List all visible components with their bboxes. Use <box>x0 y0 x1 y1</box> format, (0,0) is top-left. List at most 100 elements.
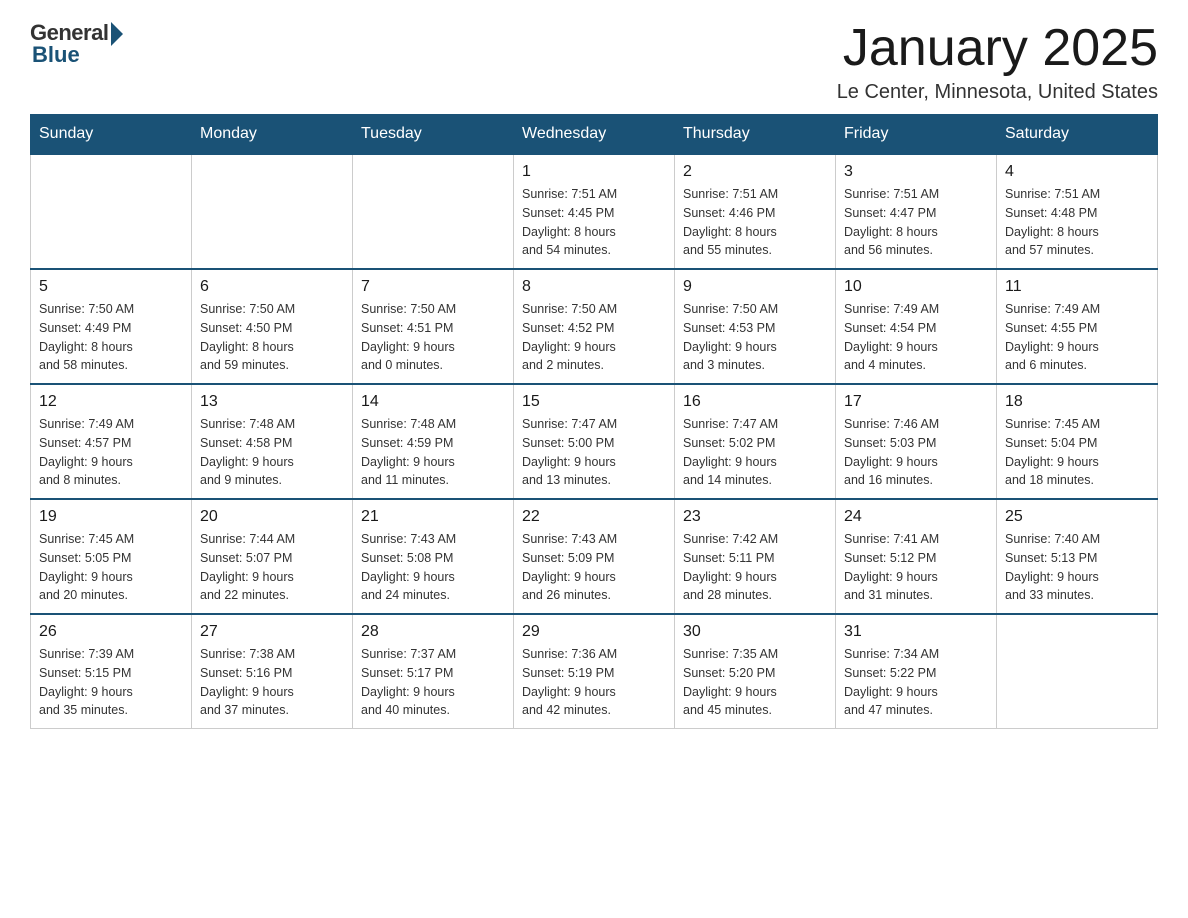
table-row: 16 Sunrise: 7:47 AMSunset: 5:02 PMDayligh… <box>675 384 836 499</box>
day-number: 25 <box>1005 508 1149 526</box>
table-row: 17Sunrise: 7:46 AMSunset: 5:03 PMDayligh… <box>836 384 997 499</box>
day-info: Sunrise: 7:39 AMSunset: 5:15 PMDaylight:… <box>39 645 183 720</box>
day-number: 14 <box>361 393 505 411</box>
table-row: 29 Sunrise: 7:36 AMSunset: 5:19 PMDayligh… <box>514 614 675 729</box>
month-title: January 2025 <box>837 20 1158 77</box>
table-row: 9 Sunrise: 7:50 AMSunset: 4:53 PMDaylight… <box>675 269 836 384</box>
day-number: 9 <box>683 278 827 296</box>
day-info: Sunrise: 7:49 AMSunset: 4:57 PMDaylight:… <box>39 415 183 490</box>
header-wednesday: Wednesday <box>514 115 675 155</box>
day-number: 30 <box>683 623 827 641</box>
table-row: 23 Sunrise: 7:42 AMSunset: 5:11 PMDayligh… <box>675 499 836 614</box>
location-title: Le Center, Minnesota, United States <box>837 81 1158 104</box>
day-info: Sunrise: 7:35 AMSunset: 5:20 PMDaylight:… <box>683 645 827 720</box>
day-number: 21 <box>361 508 505 526</box>
table-row: 24Sunrise: 7:41 AMSunset: 5:12 PMDayligh… <box>836 499 997 614</box>
table-row <box>31 154 192 269</box>
table-row: 21 Sunrise: 7:43 AMSunset: 5:08 PMDayligh… <box>353 499 514 614</box>
calendar-header-row: Sunday Monday Tuesday Wednesday Thursday… <box>31 115 1158 155</box>
day-number: 1 <box>522 163 666 181</box>
day-number: 20 <box>200 508 344 526</box>
logo-blue-text: Blue <box>30 42 80 68</box>
day-info: Sunrise: 7:48 AMSunset: 4:59 PMDaylight:… <box>361 415 505 490</box>
calendar-week-row: 12 Sunrise: 7:49 AMSunset: 4:57 PMDayligh… <box>31 384 1158 499</box>
day-info: Sunrise: 7:50 AMSunset: 4:53 PMDaylight:… <box>683 300 827 375</box>
day-number: 27 <box>200 623 344 641</box>
day-info: Sunrise: 7:51 AMSunset: 4:45 PMDaylight:… <box>522 185 666 260</box>
day-info: Sunrise: 7:40 AMSunset: 5:13 PMDaylight:… <box>1005 530 1149 605</box>
day-number: 5 <box>39 278 183 296</box>
day-number: 17 <box>844 393 988 411</box>
day-info: Sunrise: 7:48 AMSunset: 4:58 PMDaylight:… <box>200 415 344 490</box>
calendar-table: Sunday Monday Tuesday Wednesday Thursday… <box>30 114 1158 729</box>
table-row: 28 Sunrise: 7:37 AMSunset: 5:17 PMDayligh… <box>353 614 514 729</box>
day-info: Sunrise: 7:50 AMSunset: 4:49 PMDaylight:… <box>39 300 183 375</box>
header-sunday: Sunday <box>31 115 192 155</box>
table-row: 11 Sunrise: 7:49 AMSunset: 4:55 PMDayligh… <box>997 269 1158 384</box>
page-header: General Blue January 2025 Le Center, Min… <box>30 20 1158 104</box>
day-number: 12 <box>39 393 183 411</box>
day-number: 11 <box>1005 278 1149 296</box>
day-info: Sunrise: 7:45 AMSunset: 5:04 PMDaylight:… <box>1005 415 1149 490</box>
day-info: Sunrise: 7:51 AMSunset: 4:47 PMDaylight:… <box>844 185 988 260</box>
day-info: Sunrise: 7:38 AMSunset: 5:16 PMDaylight:… <box>200 645 344 720</box>
table-row: 2 Sunrise: 7:51 AMSunset: 4:46 PMDaylight… <box>675 154 836 269</box>
day-info: Sunrise: 7:50 AMSunset: 4:51 PMDaylight:… <box>361 300 505 375</box>
header-friday: Friday <box>836 115 997 155</box>
day-info: Sunrise: 7:49 AMSunset: 4:54 PMDaylight:… <box>844 300 988 375</box>
table-row: 6Sunrise: 7:50 AMSunset: 4:50 PMDaylight… <box>192 269 353 384</box>
day-info: Sunrise: 7:43 AMSunset: 5:09 PMDaylight:… <box>522 530 666 605</box>
table-row <box>353 154 514 269</box>
day-info: Sunrise: 7:37 AMSunset: 5:17 PMDaylight:… <box>361 645 505 720</box>
title-section: January 2025 Le Center, Minnesota, Unite… <box>837 20 1158 104</box>
day-number: 19 <box>39 508 183 526</box>
day-number: 2 <box>683 163 827 181</box>
table-row: 8Sunrise: 7:50 AMSunset: 4:52 PMDaylight… <box>514 269 675 384</box>
table-row: 10 Sunrise: 7:49 AMSunset: 4:54 PMDayligh… <box>836 269 997 384</box>
day-info: Sunrise: 7:49 AMSunset: 4:55 PMDaylight:… <box>1005 300 1149 375</box>
day-info: Sunrise: 7:43 AMSunset: 5:08 PMDaylight:… <box>361 530 505 605</box>
day-number: 16 <box>683 393 827 411</box>
table-row: 18Sunrise: 7:45 AMSunset: 5:04 PMDayligh… <box>997 384 1158 499</box>
day-number: 29 <box>522 623 666 641</box>
calendar-week-row: 1 Sunrise: 7:51 AMSunset: 4:45 PMDaylight… <box>31 154 1158 269</box>
table-row: 7 Sunrise: 7:50 AMSunset: 4:51 PMDaylight… <box>353 269 514 384</box>
day-number: 7 <box>361 278 505 296</box>
table-row: 12 Sunrise: 7:49 AMSunset: 4:57 PMDayligh… <box>31 384 192 499</box>
day-info: Sunrise: 7:34 AMSunset: 5:22 PMDaylight:… <box>844 645 988 720</box>
table-row: 13Sunrise: 7:48 AMSunset: 4:58 PMDayligh… <box>192 384 353 499</box>
table-row: 22 Sunrise: 7:43 AMSunset: 5:09 PMDayligh… <box>514 499 675 614</box>
day-info: Sunrise: 7:51 AMSunset: 4:48 PMDaylight:… <box>1005 185 1149 260</box>
table-row: 1 Sunrise: 7:51 AMSunset: 4:45 PMDaylight… <box>514 154 675 269</box>
table-row: 26 Sunrise: 7:39 AMSunset: 5:15 PMDayligh… <box>31 614 192 729</box>
day-number: 8 <box>522 278 666 296</box>
table-row <box>192 154 353 269</box>
day-number: 28 <box>361 623 505 641</box>
day-number: 22 <box>522 508 666 526</box>
header-thursday: Thursday <box>675 115 836 155</box>
day-info: Sunrise: 7:50 AMSunset: 4:50 PMDaylight:… <box>200 300 344 375</box>
day-info: Sunrise: 7:47 AMSunset: 5:02 PMDaylight:… <box>683 415 827 490</box>
day-info: Sunrise: 7:36 AMSunset: 5:19 PMDaylight:… <box>522 645 666 720</box>
calendar-week-row: 5 Sunrise: 7:50 AMSunset: 4:49 PMDaylight… <box>31 269 1158 384</box>
day-info: Sunrise: 7:51 AMSunset: 4:46 PMDaylight:… <box>683 185 827 260</box>
logo[interactable]: General Blue <box>30 20 123 68</box>
table-row: 4Sunrise: 7:51 AMSunset: 4:48 PMDaylight… <box>997 154 1158 269</box>
day-number: 23 <box>683 508 827 526</box>
day-info: Sunrise: 7:42 AMSunset: 5:11 PMDaylight:… <box>683 530 827 605</box>
table-row: 19 Sunrise: 7:45 AMSunset: 5:05 PMDayligh… <box>31 499 192 614</box>
day-number: 10 <box>844 278 988 296</box>
table-row: 30 Sunrise: 7:35 AMSunset: 5:20 PMDayligh… <box>675 614 836 729</box>
day-info: Sunrise: 7:41 AMSunset: 5:12 PMDaylight:… <box>844 530 988 605</box>
table-row: 25 Sunrise: 7:40 AMSunset: 5:13 PMDayligh… <box>997 499 1158 614</box>
table-row: 3Sunrise: 7:51 AMSunset: 4:47 PMDaylight… <box>836 154 997 269</box>
header-monday: Monday <box>192 115 353 155</box>
day-number: 26 <box>39 623 183 641</box>
table-row: 5 Sunrise: 7:50 AMSunset: 4:49 PMDaylight… <box>31 269 192 384</box>
day-number: 15 <box>522 393 666 411</box>
table-row <box>997 614 1158 729</box>
day-info: Sunrise: 7:45 AMSunset: 5:05 PMDaylight:… <box>39 530 183 605</box>
day-number: 31 <box>844 623 988 641</box>
table-row: 27 Sunrise: 7:38 AMSunset: 5:16 PMDayligh… <box>192 614 353 729</box>
calendar-week-row: 26 Sunrise: 7:39 AMSunset: 5:15 PMDayligh… <box>31 614 1158 729</box>
